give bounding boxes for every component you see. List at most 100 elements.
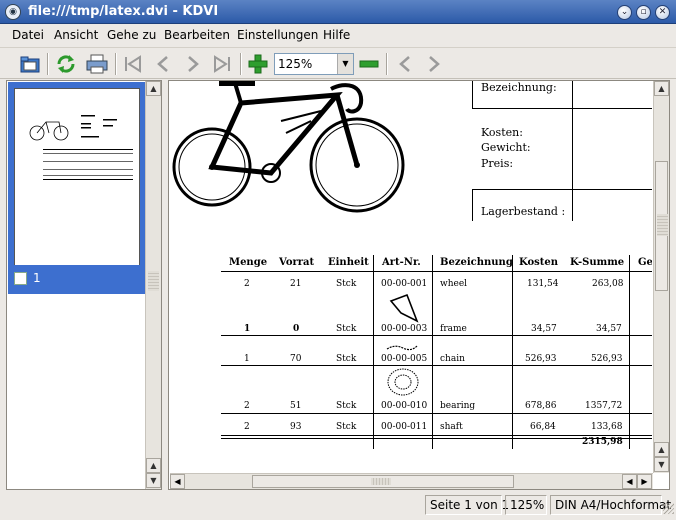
- scroll-up-icon[interactable]: ▲: [654, 81, 669, 96]
- print-icon[interactable]: [84, 51, 110, 77]
- cell-bezeichnung: chain: [440, 354, 465, 364]
- kdvi-icon[interactable]: ◉: [5, 4, 21, 20]
- menu-hilfe[interactable]: Hilfe: [323, 28, 350, 42]
- form-box-line: [472, 81, 473, 108]
- table-line: [512, 255, 513, 449]
- document-view[interactable]: Bezeichnung: Kosten: Gewicht: Preis: Lag…: [168, 80, 670, 490]
- cell-kosten: 678,86: [525, 401, 557, 411]
- open-folder-icon[interactable]: [17, 51, 43, 77]
- table-line: [221, 413, 652, 414]
- menu-ansicht[interactable]: Ansicht: [54, 28, 98, 42]
- cell-artnr: 00-00-001: [381, 279, 428, 289]
- cell-artnr: 00-00-010: [381, 401, 428, 411]
- scroll-up-icon[interactable]: ▲: [146, 458, 161, 473]
- cell-vorrat: 70: [290, 354, 302, 364]
- scroll-right-icon[interactable]: ▶: [637, 474, 652, 489]
- status-bar: Seite 1 von 1 125% DIN A4/Hochformat: [0, 492, 676, 520]
- scrollbar-grip[interactable]: [657, 214, 668, 236]
- table-line: [221, 435, 652, 436]
- chevron-down-icon[interactable]: ▼: [337, 54, 353, 74]
- table-line: [373, 255, 374, 449]
- menu-gehe-zu[interactable]: Gehe zu: [107, 28, 156, 42]
- cell-menge: 1: [244, 354, 250, 364]
- menu-datei[interactable]: Datei: [12, 28, 44, 42]
- chain-image: [386, 345, 418, 351]
- scroll-up-icon[interactable]: ▲: [146, 81, 161, 96]
- thumbnail-row[interactable]: 1: [8, 265, 145, 292]
- scrollbar-grip[interactable]: [371, 478, 391, 485]
- cell-kosten: 131,54: [527, 279, 559, 289]
- cell-artnr: 00-00-003: [381, 324, 428, 334]
- cell-vorrat: 0: [293, 324, 300, 334]
- scroll-down-icon[interactable]: ▼: [146, 473, 161, 488]
- thumbnail-page-label: 1: [33, 271, 41, 285]
- previous-page-icon[interactable]: [150, 51, 176, 77]
- scroll-left-icon[interactable]: ◀: [622, 474, 637, 489]
- cell-kosten: 66,84: [530, 422, 556, 432]
- maximize-button[interactable]: ▫: [636, 5, 651, 20]
- title-bar: ◉ file:///tmp/latex.dvi - KDVI ⌄ ▫ ✕: [0, 0, 676, 24]
- cell-menge: 2: [244, 279, 250, 289]
- col-header-artnr: Art-Nr.: [382, 257, 421, 268]
- minimize-button[interactable]: ⌄: [617, 5, 632, 20]
- menu-bar: Datei Ansicht Gehe zu Bearbeiten Einstel…: [0, 24, 676, 46]
- cell-bezeichnung: frame: [440, 324, 467, 334]
- scrollbar-thumb[interactable]: [252, 475, 514, 488]
- page-checkbox[interactable]: [14, 272, 27, 285]
- cell-einheit: Stck: [336, 324, 357, 334]
- scroll-left-icon[interactable]: ◀: [170, 474, 185, 489]
- zoom-out-icon[interactable]: [356, 51, 382, 77]
- cell-einheit: Stck: [336, 401, 357, 411]
- document-hscrollbar[interactable]: ◀ ◀ ▶: [170, 473, 653, 489]
- cell-ksumme: 526,93: [591, 354, 623, 364]
- menu-datei-label: Datei: [12, 28, 45, 42]
- toolbar-separator: [240, 53, 242, 75]
- table-line: [221, 335, 652, 336]
- back-icon[interactable]: [392, 51, 418, 77]
- col-header-menge: Menge: [229, 257, 268, 268]
- reload-icon[interactable]: [53, 51, 79, 77]
- scrollbar-grip[interactable]: [148, 271, 159, 291]
- toolbar-separator: [47, 53, 49, 75]
- menu-bearbeiten[interactable]: Bearbeiten: [164, 28, 230, 42]
- menu-einstellungen[interactable]: Einstellungen: [237, 28, 318, 42]
- label-lagerbestand: Lagerbestand :: [481, 205, 566, 218]
- scroll-up-icon[interactable]: ▲: [654, 442, 669, 457]
- next-page-icon[interactable]: [180, 51, 206, 77]
- col-header-ge: Ge: [638, 257, 652, 268]
- col-header-einheit: Einheit: [328, 257, 369, 268]
- close-button[interactable]: ✕: [655, 5, 670, 20]
- document-vscrollbar[interactable]: ▲ ▲ ▼: [653, 81, 669, 473]
- menu-hilfe-label: Hilfe: [323, 28, 351, 42]
- page-thumbnail[interactable]: [14, 88, 140, 266]
- window-title: file:///tmp/latex.dvi - KDVI: [28, 4, 219, 19]
- menu-gehe-zu-label: Gehe zu: [107, 28, 157, 42]
- scroll-down-icon[interactable]: ▼: [654, 457, 669, 472]
- forward-icon[interactable]: [421, 51, 447, 77]
- label-gewicht: Gewicht:: [481, 141, 531, 154]
- zoom-combobox[interactable]: 125% ▼: [274, 53, 354, 75]
- bearing-image: [387, 368, 419, 396]
- cell-bezeichnung: shaft: [440, 422, 463, 432]
- form-box-line: [472, 108, 652, 109]
- zoom-value[interactable]: 125%: [278, 57, 312, 71]
- cell-einheit: Stck: [336, 422, 357, 432]
- cell-einheit: Stck: [336, 354, 357, 364]
- label-preis: Preis:: [481, 157, 514, 170]
- scrollbar-thumb[interactable]: [655, 161, 668, 291]
- frame-image: [389, 293, 419, 323]
- sidebar-scrollbar[interactable]: ▲ ▲ ▼: [145, 81, 161, 489]
- thumbnail-sidebar: 1 ▲ ▲ ▼: [6, 80, 162, 490]
- cell-ksumme: 133,68: [591, 422, 623, 432]
- label-bezeichnung: Bezeichnung:: [481, 81, 557, 94]
- thumbnail-selected-area[interactable]: [8, 82, 145, 294]
- bicycle-image: [172, 81, 405, 213]
- cell-artnr: 00-00-011: [381, 422, 428, 432]
- resize-grip[interactable]: [663, 503, 674, 514]
- zoom-in-icon[interactable]: [245, 51, 271, 77]
- cell-ksumme: 34,57: [596, 324, 622, 334]
- first-page-icon[interactable]: [120, 51, 146, 77]
- cell-einheit: Stck: [336, 279, 357, 289]
- toolbar: 125% ▼: [0, 47, 676, 79]
- last-page-icon[interactable]: [209, 51, 235, 77]
